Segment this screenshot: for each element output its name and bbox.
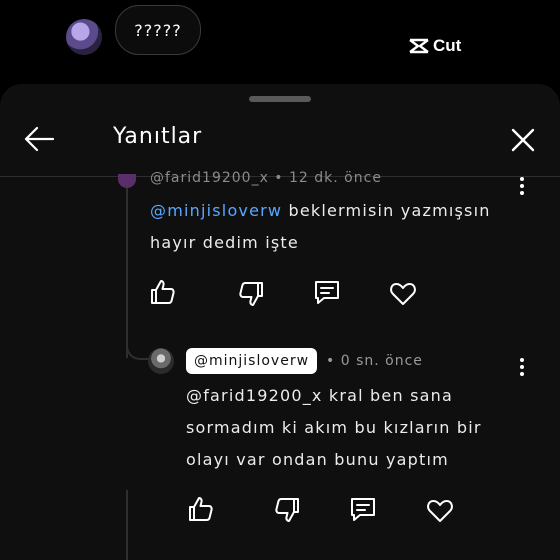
- thread-connector: [126, 330, 150, 360]
- thumbs-up-icon: [151, 280, 175, 304]
- replies-sheet: [0, 84, 560, 560]
- comment-meta: @farid19200_x • 12 dk. önce: [150, 170, 382, 186]
- capcut-watermark: Cut: [408, 36, 461, 56]
- heart-icon: [390, 283, 416, 305]
- page-title: Yanıtlar: [113, 124, 203, 149]
- more-options-button[interactable]: [519, 176, 525, 196]
- username-badge[interactable]: @minjisloverw: [186, 348, 318, 374]
- heart-button[interactable]: [388, 278, 418, 308]
- mention-link[interactable]: @minjisloverw: [150, 201, 282, 220]
- close-button[interactable]: [508, 125, 538, 155]
- heart-icon: [427, 500, 453, 522]
- drag-handle[interactable]: [249, 96, 311, 102]
- thread-line: [126, 490, 128, 560]
- comment-text-rest: beklermisin yazmışsın: [282, 201, 491, 220]
- heart-button[interactable]: [425, 495, 455, 525]
- dislike-button[interactable]: [236, 279, 266, 309]
- capcut-logo-icon: [409, 38, 429, 54]
- thumbs-down-icon: [239, 282, 263, 306]
- reply-button[interactable]: [312, 277, 342, 307]
- thumbs-down-icon: [275, 498, 299, 522]
- like-button[interactable]: [186, 494, 216, 524]
- thumbs-up-icon: [189, 497, 213, 521]
- comment-bubble[interactable]: ?????: [115, 5, 201, 55]
- like-button[interactable]: [148, 277, 178, 307]
- comment-line: @farid19200_x kral ben sana: [186, 386, 453, 405]
- comment-line: hayır dedim işte: [150, 233, 299, 252]
- back-button[interactable]: [22, 124, 56, 154]
- comment-line: sormadım ki akım bu kızların bir: [186, 418, 482, 437]
- comment-line: olayı var ondan bunu yaptım: [186, 450, 449, 469]
- comment-line: @minjisloverw beklermisin yazmışsın: [150, 195, 530, 227]
- more-vertical-icon: [520, 358, 524, 376]
- comment-text: @minjisloverw beklermisin yazmışsın hayı…: [150, 195, 530, 259]
- close-icon: [511, 128, 535, 152]
- dislike-button[interactable]: [272, 495, 302, 525]
- arrow-left-icon: [24, 126, 55, 152]
- more-options-button[interactable]: [519, 357, 525, 377]
- avatar[interactable]: [148, 348, 174, 374]
- comment-text: @farid19200_x kral ben sana sormadım ki …: [186, 380, 536, 476]
- comment-icon: [351, 498, 375, 521]
- comment-icon: [315, 281, 339, 304]
- avatar[interactable]: [66, 19, 102, 55]
- comment-meta: • 0 sn. önce: [326, 353, 423, 369]
- more-vertical-icon: [520, 177, 524, 195]
- watermark-text: Cut: [433, 36, 462, 55]
- reply-button[interactable]: [348, 494, 378, 524]
